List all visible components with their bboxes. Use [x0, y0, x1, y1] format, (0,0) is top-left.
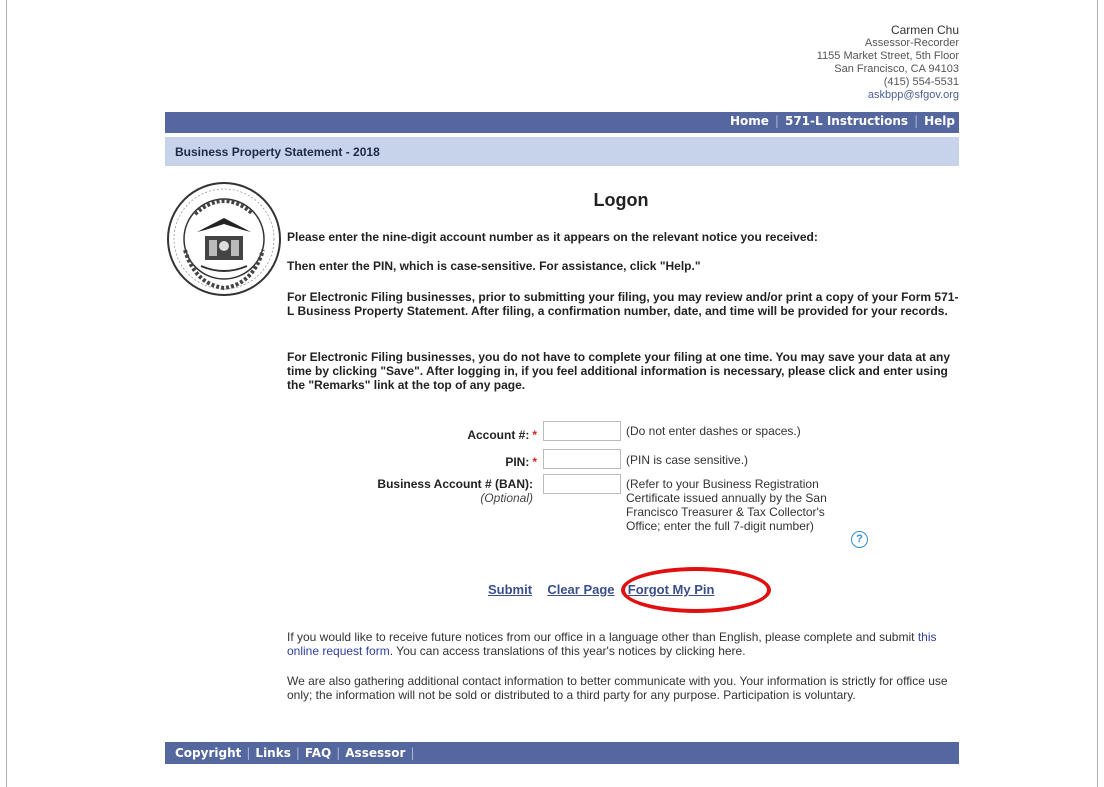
assessor-role: Assessor-Recorder: [864, 37, 959, 49]
footer-separator: |: [246, 746, 251, 760]
footer-nav-bar: Copyright | Links | FAQ | Assessor |: [165, 742, 959, 764]
address-line-1: 1155 Market Street, 5th Floor: [816, 50, 959, 62]
window-border-left: [6, 0, 7, 787]
footer-separator: |: [336, 746, 341, 760]
highlight-annotation-circle: [621, 567, 771, 613]
account-number-input[interactable]: [543, 421, 621, 441]
ban-hint: (Refer to your Business Registration Cer…: [626, 477, 827, 533]
city-seal-logo: [167, 182, 281, 296]
address-line-2: San Francisco, CA 94103: [834, 63, 959, 75]
window-border-right: [1097, 0, 1098, 787]
pin-label: PIN: *: [405, 455, 537, 469]
contact-block: Carmen Chu Assessor-Recorder 1155 Market…: [817, 24, 959, 102]
instruction-paragraph: For Electronic Filing businesses, you do…: [287, 350, 951, 392]
submit-link[interactable]: Submit: [488, 582, 532, 597]
nav-home-link[interactable]: Home: [730, 114, 769, 128]
instruction-paragraph: Then enter the PIN, which is case-sensit…: [287, 259, 701, 273]
ban-label-text: Business Account # (BAN):: [377, 477, 533, 491]
page-title: Logon: [593, 190, 649, 210]
language-notice-text: If you would like to receive future noti…: [287, 630, 918, 644]
ban-optional-text: (Optional): [480, 491, 533, 505]
contact-info-notice: We are also gathering additional contact…: [287, 674, 948, 702]
footer-assessor-link[interactable]: Assessor: [345, 746, 405, 760]
pin-label-text: PIN:: [505, 455, 530, 469]
language-notice-text-2: . You can access translations of this ye…: [389, 644, 746, 658]
account-hint: (Do not enter dashes or spaces.): [626, 424, 801, 438]
nav-help-link[interactable]: Help: [924, 114, 955, 128]
footer-links-link[interactable]: Links: [255, 746, 290, 760]
instruction-paragraph: For Electronic Filing businesses, prior …: [287, 290, 959, 318]
nav-instructions-link[interactable]: 571-L Instructions: [785, 114, 908, 128]
nav-separator: |: [914, 114, 919, 128]
phone: (415) 554-5531: [883, 76, 959, 88]
clear-page-link[interactable]: Clear Page: [547, 582, 614, 597]
required-asterisk: *: [532, 428, 537, 442]
footer-separator: |: [295, 746, 300, 760]
footer-faq-link[interactable]: FAQ: [305, 746, 331, 760]
instruction-paragraph: Please enter the nine-digit account numb…: [287, 230, 818, 244]
pin-hint: (PIN is case sensitive.): [626, 453, 749, 467]
email-link[interactable]: askbpp@sfgov.org: [817, 89, 959, 102]
footer-copyright-link[interactable]: Copyright: [175, 746, 241, 760]
question-circle-icon[interactable]: ?: [851, 531, 868, 548]
ban-label: Business Account # (BAN): (Optional): [325, 477, 533, 505]
required-asterisk: *: [532, 455, 537, 469]
top-nav-bar: Home | 571-L Instructions | Help: [165, 112, 959, 133]
assessor-name: Carmen Chu: [890, 23, 959, 37]
nav-separator: |: [774, 114, 779, 128]
account-label: Account #: *: [405, 428, 537, 442]
account-label-text: Account #:: [467, 428, 530, 442]
footer-separator: |: [410, 746, 415, 760]
subheader-bar: Business Property Statement - 2018: [165, 137, 959, 166]
ban-input[interactable]: [543, 474, 621, 494]
pin-input[interactable]: [543, 449, 621, 469]
page-section-title: Business Property Statement - 2018: [175, 145, 380, 159]
language-notice: If you would like to receive future noti…: [287, 630, 959, 658]
